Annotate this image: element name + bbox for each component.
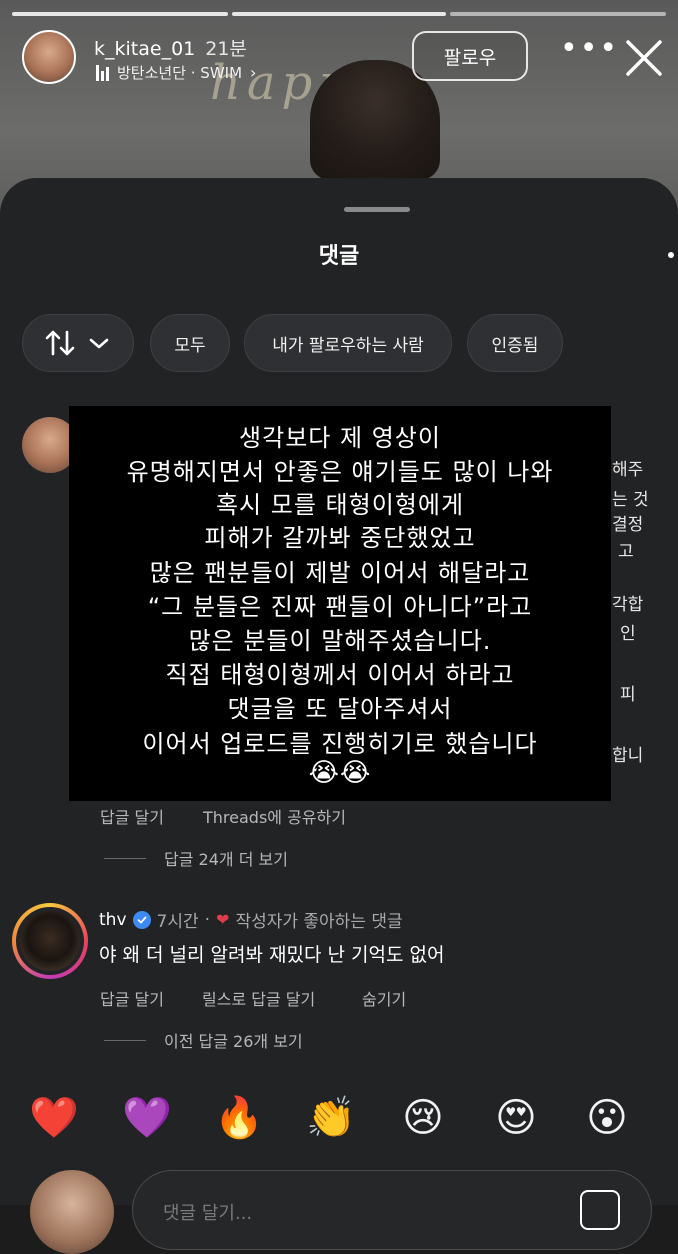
- more-options-icon[interactable]: •••: [560, 34, 617, 68]
- reply-button[interactable]: 답글 달기: [100, 986, 164, 1010]
- surprised-reaction-icon[interactable]: 😮: [577, 1088, 637, 1148]
- story-time: 21분: [205, 38, 247, 60]
- thv-comment-text: 야 왜 더 널리 알려봐 재밌다 난 기억도 없어: [99, 944, 445, 966]
- heart-icon: ❤: [216, 910, 230, 929]
- close-icon[interactable]: [624, 38, 664, 78]
- story-avatar[interactable]: [22, 30, 76, 84]
- comment-fragment: 는 것: [612, 490, 649, 510]
- filter-verified[interactable]: 인증됨: [467, 314, 563, 372]
- view-previous-replies[interactable]: 이전 답글 26개 보기: [104, 1028, 303, 1052]
- reply-button[interactable]: 답글 달기: [100, 804, 164, 828]
- sort-button[interactable]: [22, 314, 134, 372]
- comment-fragment: 합니: [612, 746, 644, 766]
- drag-handle[interactable]: [344, 207, 410, 212]
- divider-line: [104, 1039, 146, 1041]
- thv-header: thv 7시간 · ❤ 작성자가 좋아하는 댓글: [99, 907, 403, 933]
- thv-avatar-ring[interactable]: [12, 903, 88, 979]
- verified-badge-icon: [132, 910, 151, 929]
- heart-reaction-icon[interactable]: ❤️: [24, 1088, 84, 1148]
- divider-line: [104, 857, 146, 859]
- overlay-line: 직접 태형이형께서 이어서 하라고: [165, 661, 515, 689]
- music-label: 방탄소년단 · SWIM: [117, 64, 243, 82]
- view-more-label: 답글 24개 더 보기: [164, 850, 288, 869]
- comment-fragment: 해주: [612, 460, 644, 480]
- overlay-line: “그 분들은 진짜 팬들이 아니다”라고: [147, 593, 533, 621]
- indicator-dot: [668, 252, 674, 258]
- share-threads-button[interactable]: Threads에 공유하기: [203, 804, 346, 828]
- separator-dot: ·: [204, 909, 211, 930]
- comment-fragment: 피: [620, 685, 636, 705]
- story-progress-2: [232, 12, 446, 16]
- comment-input-placeholder: 댓글 달기...: [163, 1203, 253, 1224]
- story-username[interactable]: k_kitae_01: [94, 38, 195, 60]
- overlay-line: 피해가 갈까봐 중단했었고: [204, 524, 476, 552]
- sheet-title: 댓글: [318, 244, 360, 269]
- sort-icon: [45, 330, 75, 356]
- view-previous-label: 이전 답글 26개 보기: [164, 1032, 303, 1051]
- overlay-line: 많은 팬분들이 제발 이어서 해달라고: [149, 559, 531, 587]
- view-more-replies[interactable]: 답글 24개 더 보기: [104, 846, 288, 870]
- story-music[interactable]: 방탄소년단 · SWIM ›: [96, 62, 256, 83]
- thv-time: 7시간: [156, 912, 199, 932]
- overlay-line: 이어서 업로드를 진행히기로 했습니다: [142, 730, 538, 758]
- purple-heart-reaction-icon[interactable]: 💜: [117, 1088, 177, 1148]
- clap-reaction-icon[interactable]: 👏: [301, 1088, 361, 1148]
- fire-reaction-icon[interactable]: 🔥: [209, 1088, 269, 1148]
- overlay-line: 댓글을 또 달아주셔서: [227, 695, 453, 723]
- comment-fragment: 각합: [612, 595, 644, 615]
- overlay-line: 생각보다 제 영상이: [239, 424, 441, 452]
- heart-eyes-reaction-icon[interactable]: 😍: [486, 1088, 546, 1148]
- overlay-line: 유명해지면서 안좋은 얘기들도 많이 나와: [126, 458, 554, 486]
- my-avatar: [30, 1170, 114, 1254]
- reels-reply-button[interactable]: 릴스로 답글 달기: [202, 986, 315, 1010]
- hide-button[interactable]: 숨기기: [362, 986, 406, 1010]
- overlay-line: 많은 분들이 말해주셨습니다.: [188, 627, 492, 655]
- follow-button[interactable]: 팔로우: [412, 31, 528, 81]
- filter-following[interactable]: 내가 팔로우하는 사람: [244, 314, 452, 372]
- comment-fragment: 인: [620, 624, 636, 644]
- chevron-down-icon: [89, 338, 109, 349]
- quick-reactions: ❤️ 💜 🔥 👏 😢 😍 😮: [0, 1088, 678, 1150]
- liked-by-author-label: 작성자가 좋아하는 댓글: [235, 912, 403, 932]
- thv-avatar: [20, 911, 80, 971]
- story-header[interactable]: k_kitae_01 21분: [94, 34, 247, 61]
- chevron-right-icon: ›: [250, 63, 257, 82]
- overlay-emoji: 😭😭: [308, 758, 372, 788]
- sticker-icon[interactable]: [580, 1190, 620, 1230]
- crying-reaction-icon[interactable]: 😢: [393, 1088, 453, 1148]
- comment-fragment: 결정: [612, 515, 644, 535]
- filter-all[interactable]: 모두: [150, 314, 230, 372]
- story-progress-3: [450, 12, 666, 16]
- text-overlay: 생각보다 제 영상이 유명해지면서 안좋은 얘기들도 많이 나와 혹시 모를 태…: [69, 406, 611, 801]
- music-bars-icon: [96, 64, 109, 81]
- thv-username[interactable]: thv: [99, 910, 127, 930]
- comment-input[interactable]: 댓글 달기...: [132, 1170, 652, 1250]
- story-progress-1: [12, 12, 228, 16]
- comment-fragment: 고: [618, 542, 634, 562]
- overlay-line: 혹시 모를 태형이형에게: [215, 491, 465, 519]
